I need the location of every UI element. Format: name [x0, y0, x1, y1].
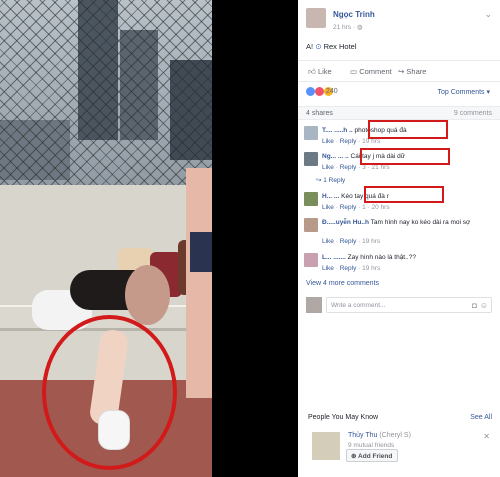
comment-like-link[interactable]: Like: [322, 204, 334, 211]
post-timestamp[interactable]: 21 hrs · ◍: [333, 23, 363, 31]
view-more-comments-link[interactable]: View 4 more comments: [306, 280, 379, 287]
comment-like-link[interactable]: Like: [322, 238, 334, 245]
top-comments-dropdown[interactable]: Top Comments ▾: [437, 88, 490, 96]
highlight-box: [364, 186, 444, 203]
add-friend-icon: ⊕: [351, 453, 357, 460]
avatar[interactable]: [304, 126, 318, 140]
add-friend-button[interactable]: ⊕ Add Friend: [346, 449, 398, 462]
comment-text: Tam hình nay ko kéo dài ra moi sợ: [370, 219, 471, 226]
location-link[interactable]: Rex Hotel: [324, 42, 357, 51]
photo-person: [186, 168, 212, 398]
comment-input[interactable]: Write a comment... ◘ ☺: [326, 297, 492, 313]
pin-icon: ⊙: [315, 42, 322, 51]
comments-count[interactable]: 9 comments: [454, 110, 492, 117]
photo-fence: [0, 0, 212, 190]
comment-reply-link[interactable]: Reply: [340, 238, 357, 245]
comment-author[interactable]: H... ...: [322, 193, 339, 200]
comment-icon: ▭: [350, 67, 358, 76]
comment-reply-link[interactable]: Reply: [340, 204, 357, 211]
comment-reply-link[interactable]: Reply: [340, 265, 357, 272]
close-icon[interactable]: ✕: [483, 432, 490, 441]
comment-placeholder: Write a comment...: [331, 302, 386, 309]
view-replies-link[interactable]: ↪ 1 Reply: [316, 176, 436, 184]
share-icon: ↪: [398, 67, 405, 76]
suggested-friend-name[interactable]: Thủy Thu: [348, 432, 377, 439]
comment-text: Zay hình nào là thật..??: [347, 254, 416, 261]
author-name[interactable]: Ngọc Trinh: [333, 10, 375, 19]
comment-like-link[interactable]: Like: [322, 138, 334, 145]
list-item: Đ.....uyễn Hu..h Tam hình nay ko kéo dài…: [298, 216, 500, 248]
list-item: L... ....... Zay hình nào là thật..?? Li…: [298, 251, 500, 279]
comment-meta: Like · Reply · 19 hrs: [322, 238, 381, 245]
comment-meta: Like · Reply · 1 · 20 hrs: [322, 204, 390, 211]
people-you-may-know: People You May Know See All Thủy Thu (Ch…: [300, 408, 500, 477]
share-button[interactable]: ↪ Share: [398, 67, 426, 76]
like-button[interactable]: 👍︎ Like: [308, 67, 332, 77]
comment-like-link[interactable]: Like: [322, 164, 334, 171]
thumbs-up-icon: 👍︎: [308, 67, 316, 76]
highlight-box: [368, 120, 448, 139]
comment-meta: Like · Reply · 19 hrs: [322, 138, 381, 145]
pymk-title: People You May Know: [308, 414, 379, 421]
love-reaction-icon: [314, 87, 324, 96]
action-bar: 👍︎ Like ▭ Comment ↪ Share: [298, 60, 500, 82]
comment-composer: Write a comment... ◘ ☺: [298, 296, 500, 318]
stats-row: 4 shares 9 comments: [298, 106, 500, 120]
checkin-line: A! ⊙ Rex Hotel: [306, 42, 357, 51]
post-panel: Ngọc Trinh 21 hrs · ◍ ⌄ A! ⊙ Rex Hotel 👍…: [298, 0, 500, 477]
avatar[interactable]: [304, 253, 318, 267]
globe-icon: ◍: [356, 24, 363, 31]
avatar[interactable]: [304, 152, 318, 166]
shares-count[interactable]: 4 shares: [306, 110, 333, 117]
comment-reply-link[interactable]: Reply: [340, 138, 357, 145]
reactions-row: 240 Top Comments ▾: [298, 84, 500, 102]
chevron-down-icon[interactable]: ⌄: [484, 9, 492, 20]
comment-meta: Like · Reply · 3 · 21 hrs: [322, 164, 390, 171]
see-all-link[interactable]: See All: [470, 414, 492, 421]
post-photo[interactable]: [0, 0, 212, 477]
photo-person: [190, 232, 212, 272]
comment-author[interactable]: T.... .....h ..: [322, 127, 353, 134]
avatar[interactable]: [304, 192, 318, 206]
camera-icon[interactable]: ◘: [472, 301, 477, 310]
photo-person: [125, 265, 170, 325]
comment-meta: Like · Reply · 19 hrs: [322, 265, 381, 272]
avatar: [306, 297, 322, 313]
comment-reply-link[interactable]: Reply: [340, 164, 357, 171]
comment-button[interactable]: ▭ Comment: [350, 67, 392, 76]
avatar[interactable]: [304, 218, 318, 232]
comment-author[interactable]: Ng... ... ..: [322, 153, 349, 160]
avatar[interactable]: [306, 8, 326, 28]
highlight-box: [360, 148, 450, 165]
post-header: Ngọc Trinh 21 hrs · ◍ ⌄: [298, 6, 500, 34]
mutual-friends[interactable]: 9 mutual friends: [348, 442, 394, 449]
like-reaction-icon: [306, 87, 315, 96]
avatar[interactable]: [312, 432, 340, 460]
reaction-count[interactable]: 240: [326, 88, 338, 95]
comment-like-link[interactable]: Like: [322, 265, 334, 272]
emoji-icon[interactable]: ☺: [480, 301, 488, 310]
comment-author[interactable]: L... .......: [322, 254, 346, 261]
highlight-circle: [42, 315, 177, 470]
comment-author[interactable]: Đ.....uyễn Hu..h: [322, 219, 369, 226]
